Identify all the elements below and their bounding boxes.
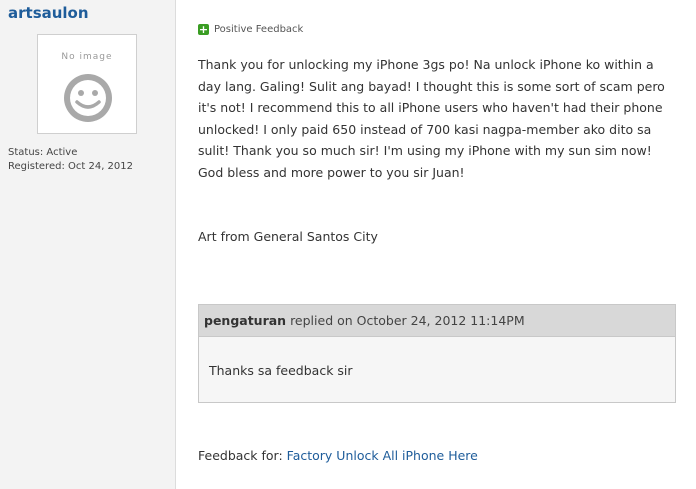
feedback-for-label: Feedback for: bbox=[198, 448, 287, 463]
user-sidebar: artsaulon No image Status: Active Regist… bbox=[0, 0, 176, 489]
reply-meta: replied on October 24, 2012 11:14PM bbox=[286, 313, 525, 328]
plus-icon: + bbox=[198, 23, 209, 36]
avatar-placeholder-text: No image bbox=[61, 52, 113, 62]
reply-author: pengaturan bbox=[204, 313, 287, 328]
smiley-icon bbox=[64, 74, 112, 122]
reply-body: Thanks sa feedback sir bbox=[209, 363, 353, 378]
username-link[interactable]: artsaulon bbox=[8, 4, 89, 22]
feedback-content: + Positive Feedback Thank you for unlock… bbox=[176, 0, 696, 489]
feedback-body: Thank you for unlocking my iPhone 3gs po… bbox=[198, 57, 665, 180]
avatar: No image bbox=[37, 34, 137, 134]
listing-link[interactable]: Factory Unlock All iPhone Here bbox=[287, 448, 478, 463]
user-status: Status: Active bbox=[8, 147, 78, 158]
feedback-type-label: Positive Feedback bbox=[214, 24, 304, 35]
feedback-for: Feedback for: Factory Unlock All iPhone … bbox=[198, 448, 478, 463]
feedback-type: + Positive Feedback bbox=[198, 24, 303, 35]
reply-header: pengaturan replied on October 24, 2012 1… bbox=[199, 305, 675, 337]
user-registered-date: Registered: Oct 24, 2012 bbox=[8, 161, 133, 172]
seller-reply: pengaturan replied on October 24, 2012 1… bbox=[198, 304, 676, 403]
feedback-signature: Art from General Santos City bbox=[198, 229, 378, 244]
